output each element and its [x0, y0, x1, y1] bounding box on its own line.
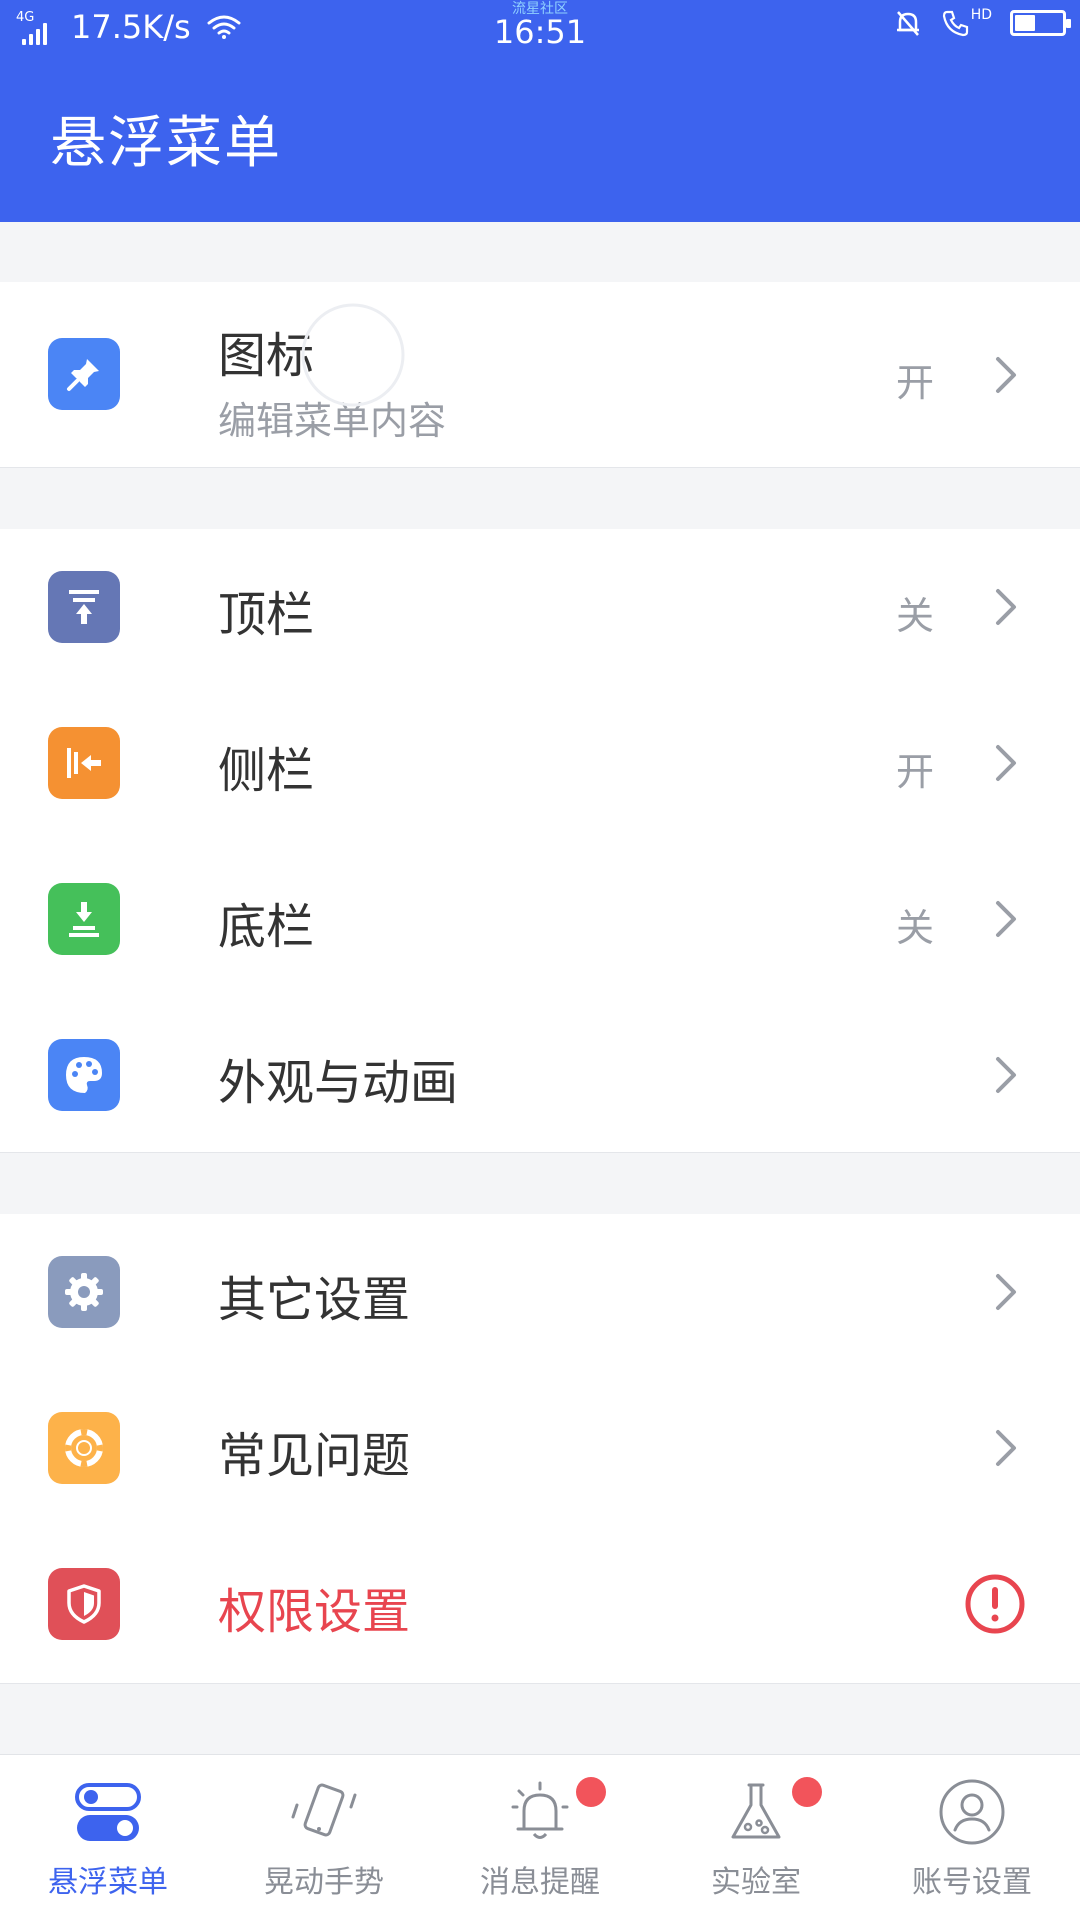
nav-floating-menu-label: 悬浮菜单 — [48, 1865, 168, 1900]
chevron-right-icon — [996, 901, 1016, 937]
chevron-right-icon — [996, 589, 1016, 625]
row-permission-title: 权限设置 — [218, 1584, 411, 1640]
side-bar-icon — [48, 727, 120, 799]
row-top-bar[interactable]: 顶栏 关 — [0, 529, 1080, 685]
row-appearance[interactable]: 外观与动画 — [0, 997, 1080, 1153]
nav-account[interactable]: 账号设置 — [864, 1755, 1080, 1920]
row-side-bar-title: 侧栏 — [218, 743, 315, 799]
section-bars: 顶栏 关 侧栏 开 底栏 关 外观与动画 — [0, 529, 1080, 1153]
row-other-settings-title: 其它设置 — [218, 1272, 411, 1328]
nav-shake-gesture[interactable]: 晃动手势 — [216, 1755, 432, 1920]
notification-badge — [576, 1777, 606, 1807]
row-side-bar-value: 开 — [895, 750, 934, 794]
user-icon — [939, 1779, 1005, 1845]
nav-lab[interactable]: 实验室 — [648, 1755, 864, 1920]
bottom-nav: 悬浮菜单 晃动手势 消息提醒 实验室 账号设置 — [0, 1754, 1080, 1920]
chevron-right-icon — [996, 1430, 1016, 1466]
nav-shake-gesture-label: 晃动手势 — [264, 1865, 384, 1900]
row-top-bar-value: 关 — [895, 594, 934, 638]
lifebuoy-icon — [48, 1412, 120, 1484]
nav-account-label: 账号设置 — [912, 1865, 1032, 1900]
row-faq[interactable]: 常见问题 — [0, 1370, 1080, 1526]
chevron-right-icon — [996, 1057, 1016, 1093]
app-bar: 悬浮菜单 — [0, 54, 1080, 222]
shield-icon — [48, 1568, 120, 1640]
row-appearance-title: 外观与动画 — [218, 1055, 459, 1111]
nav-notifications-label: 消息提醒 — [480, 1865, 600, 1900]
battery-icon — [1010, 10, 1071, 36]
section-other: 其它设置 常见问题 权限设置 — [0, 1214, 1080, 1684]
warning-icon — [965, 1574, 1025, 1634]
row-side-bar[interactable]: 侧栏 开 — [0, 685, 1080, 841]
status-bar: 4G 17.5K/s 流星社区 16:51 HD — [0, 0, 1080, 54]
row-icon[interactable]: 图标 编辑菜单内容 开 — [0, 282, 1080, 468]
row-faq-title: 常见问题 — [218, 1428, 411, 1484]
pin-icon — [48, 338, 120, 410]
chevron-right-icon — [996, 1274, 1016, 1310]
nav-notifications[interactable]: 消息提醒 — [432, 1755, 648, 1920]
hd-label: HD — [970, 7, 992, 23]
chevron-right-icon — [996, 357, 1016, 393]
row-other-settings[interactable]: 其它设置 — [0, 1214, 1080, 1370]
lab-badge — [792, 1777, 822, 1807]
nav-floating-menu[interactable]: 悬浮菜单 — [0, 1755, 216, 1920]
shake-phone-icon — [291, 1783, 357, 1837]
row-bottom-bar-value: 关 — [895, 906, 934, 950]
bottom-bar-icon — [48, 883, 120, 955]
toggle-icon — [75, 1783, 141, 1841]
row-bottom-bar[interactable]: 底栏 关 — [0, 841, 1080, 997]
flask-icon — [731, 1783, 781, 1839]
section-icon: 图标 编辑菜单内容 开 — [0, 282, 1080, 468]
page-title: 悬浮菜单 — [50, 110, 282, 176]
row-top-bar-title: 顶栏 — [218, 587, 315, 643]
bell-icon — [511, 1781, 569, 1839]
chevron-right-icon — [996, 745, 1016, 781]
row-permission[interactable]: 权限设置 — [0, 1526, 1080, 1684]
bell-mute-icon — [896, 11, 919, 36]
row-bottom-bar-title: 底栏 — [218, 899, 315, 955]
palette-icon — [48, 1039, 120, 1111]
row-icon-value: 开 — [895, 361, 934, 405]
phone-icon — [942, 10, 968, 37]
gear-icon — [48, 1256, 120, 1328]
nav-lab-label: 实验室 — [711, 1865, 801, 1900]
touch-ripple — [301, 303, 405, 407]
top-bar-icon — [48, 571, 120, 643]
